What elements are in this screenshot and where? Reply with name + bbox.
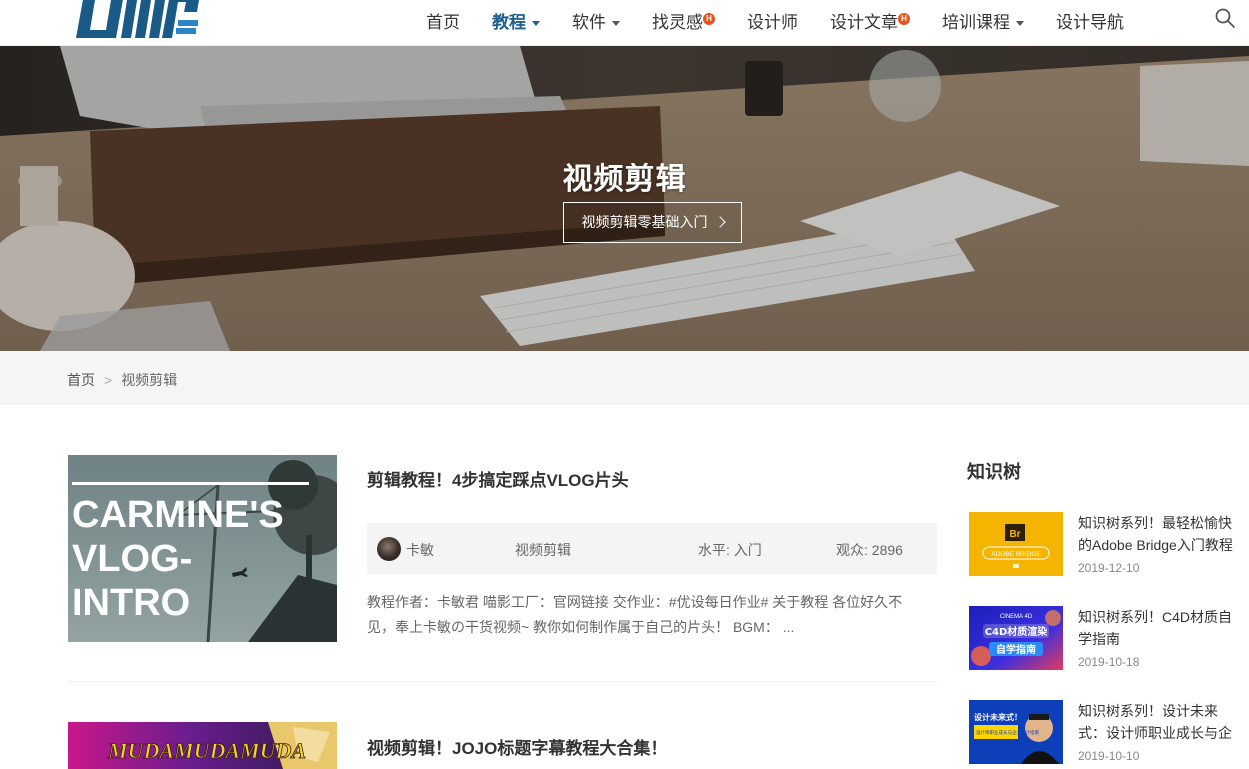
chevron-right-icon — [713, 216, 726, 228]
article-level: 水平: 入门 — [698, 542, 762, 558]
nav-software-label: 软件 — [572, 13, 606, 32]
chevron-down-icon — [1016, 21, 1024, 27]
main-nav: 首页 教程 软件 找灵感 H 设计师 设计文章 H 培训课程 设计导航 — [410, 0, 1140, 46]
article-views: 观众: 2896 — [836, 542, 903, 558]
bridge-badge: Br — [1009, 529, 1020, 540]
nav-home-label: 首页 — [426, 13, 460, 32]
nav-articles[interactable]: 设计文章 H — [830, 8, 910, 38]
breadcrumb-separator: > — [104, 372, 113, 388]
nav-software[interactable]: 软件 — [572, 8, 620, 38]
bridge-caption: ADOBE BRIDGE — [991, 551, 1041, 558]
hero-intro-button[interactable]: 视频剪辑零基础入门 — [563, 202, 742, 243]
hero-title: 视频剪辑 — [562, 163, 687, 196]
nav-inspiration-label: 找灵感 — [652, 13, 703, 32]
nav-designers[interactable]: 设计师 — [747, 8, 798, 38]
sidebar-thumbnail-image: 设计未来式！ 设计师职业成长与企业设计指南 — [969, 700, 1063, 764]
sidebar-thumbnail-image: Br ADOBE BRIDGE — [969, 512, 1063, 576]
c4d-main: C4D材质渲染 — [985, 625, 1049, 638]
nav-inspiration[interactable]: 找灵感 H — [652, 8, 715, 38]
sidebar-thumbnail[interactable]: CINEMA 4D C4D材质渲染 自学指南 — [969, 606, 1063, 670]
sidebar-item: Br ADOBE BRIDGE 知识树系列！最轻松愉快的Adobe Bridge… — [969, 512, 1239, 582]
nav-design-guide-label: 设计导航 — [1056, 13, 1124, 32]
author-name[interactable]: 卡敏 — [406, 540, 434, 560]
hot-badge: H — [703, 13, 715, 25]
nav-courses-label: 培训课程 — [942, 13, 1010, 32]
article-meta: 卡敏 视频剪辑 水平: 入门 观众: 2896 — [367, 523, 937, 574]
article-thumbnail[interactable]: CARMINE'S VLOG- INTRO — [68, 455, 337, 642]
hero-background-image — [0, 46, 1249, 351]
sidebar-item-title[interactable]: 知识树系列！最轻松愉快的Adobe Bridge入门教程 — [1078, 512, 1240, 556]
nav-design-guide[interactable]: 设计导航 — [1056, 8, 1124, 38]
breadcrumb: 首页 > 视频剪辑 — [67, 370, 177, 390]
article-category[interactable]: 视频剪辑 — [515, 540, 571, 560]
article-thumbnail[interactable]: MUDAMUDAMUDA — [68, 722, 337, 769]
article-excerpt: 教程作者：卡敏君 喵影工厂：官网链接 交作业：#优设每日作业# 关于教程 各位好… — [367, 594, 903, 635]
breadcrumb-home[interactable]: 首页 — [67, 372, 95, 388]
c4d-sub: 自学指南 — [996, 643, 1036, 656]
author-avatar[interactable] — [377, 537, 401, 561]
chevron-down-icon — [532, 21, 540, 27]
search-icon[interactable] — [1213, 6, 1237, 30]
sidebar-thumbnail-image: CINEMA 4D C4D材质渲染 自学指南 — [969, 606, 1063, 670]
thumb-text-line-3: INTRO — [72, 582, 190, 624]
future-main: 设计未来式！ — [974, 712, 1022, 722]
article-item: CARMINE'S VLOG- INTRO 剪辑教程！4步搞定踩点VLOG片头 … — [68, 455, 937, 642]
hot-badge: H — [898, 13, 910, 25]
future-sub: 设计师职业成长与企业设计指南 — [976, 729, 1039, 736]
nav-designers-label: 设计师 — [747, 13, 798, 32]
sidebar-item-date: 2019-12-10 — [1078, 561, 1140, 575]
thumb-text-line-2: VLOG- — [72, 538, 192, 580]
thumb-text-line-1: CARMINE'S — [72, 494, 284, 536]
hero-intro-button-label: 视频剪辑零基础入门 — [581, 214, 708, 230]
nav-articles-label: 设计文章 — [830, 13, 898, 32]
site-logo[interactable] — [76, 0, 200, 38]
nav-tutorials-label: 教程 — [492, 13, 526, 32]
nav-courses[interactable]: 培训课程 — [942, 8, 1024, 38]
article-thumbnail-image: CARMINE'S VLOG- INTRO — [68, 455, 337, 642]
sidebar-item-date: 2019-10-18 — [1078, 655, 1140, 669]
site-header: 首页 教程 软件 找灵感 H 设计师 设计文章 H 培训课程 设计导航 — [0, 0, 1249, 46]
sidebar-item: CINEMA 4D C4D材质渲染 自学指南 知识树系列！C4D材质自学指南 2… — [969, 606, 1239, 676]
sidebar-item-title[interactable]: 知识树系列！C4D材质自学指南 — [1078, 606, 1240, 650]
sidebar-thumbnail[interactable]: 设计未来式！ 设计师职业成长与企业设计指南 — [969, 700, 1063, 764]
hero-banner: 视频剪辑 视频剪辑零基础入门 — [0, 46, 1249, 351]
article-title[interactable]: 剪辑教程！4步搞定踩点VLOG片头 — [367, 466, 629, 491]
nav-home[interactable]: 首页 — [426, 8, 460, 38]
article-item: MUDAMUDAMUDA 视频剪辑！JOJO标题字幕教程大合集！ — [68, 722, 937, 769]
nav-tutorials[interactable]: 教程 — [492, 8, 540, 38]
sidebar-item-title[interactable]: 知识树系列！设计未来式：设计师职业成长与企业需求 — [1078, 700, 1240, 744]
article-title[interactable]: 视频剪辑！JOJO标题字幕教程大合集！ — [367, 734, 667, 759]
sidebar-title: 知识树 — [967, 462, 1021, 482]
article-thumbnail-image: MUDAMUDAMUDA — [68, 722, 337, 769]
sidebar-item: 设计未来式！ 设计师职业成长与企业设计指南 知识树系列！设计未来式：设计师职业成… — [969, 700, 1239, 769]
breadcrumb-bar: 首页 > 视频剪辑 — [0, 351, 1249, 405]
c4d-top: CINEMA 4D — [1000, 614, 1033, 620]
article-divider — [68, 681, 937, 682]
sidebar-thumbnail[interactable]: Br ADOBE BRIDGE — [969, 512, 1063, 576]
breadcrumb-current: 视频剪辑 — [121, 372, 178, 388]
chevron-down-icon — [612, 21, 620, 27]
sidebar-item-date: 2019-10-10 — [1078, 749, 1140, 763]
thumb-text: MUDAMUDAMUDA — [107, 738, 306, 763]
